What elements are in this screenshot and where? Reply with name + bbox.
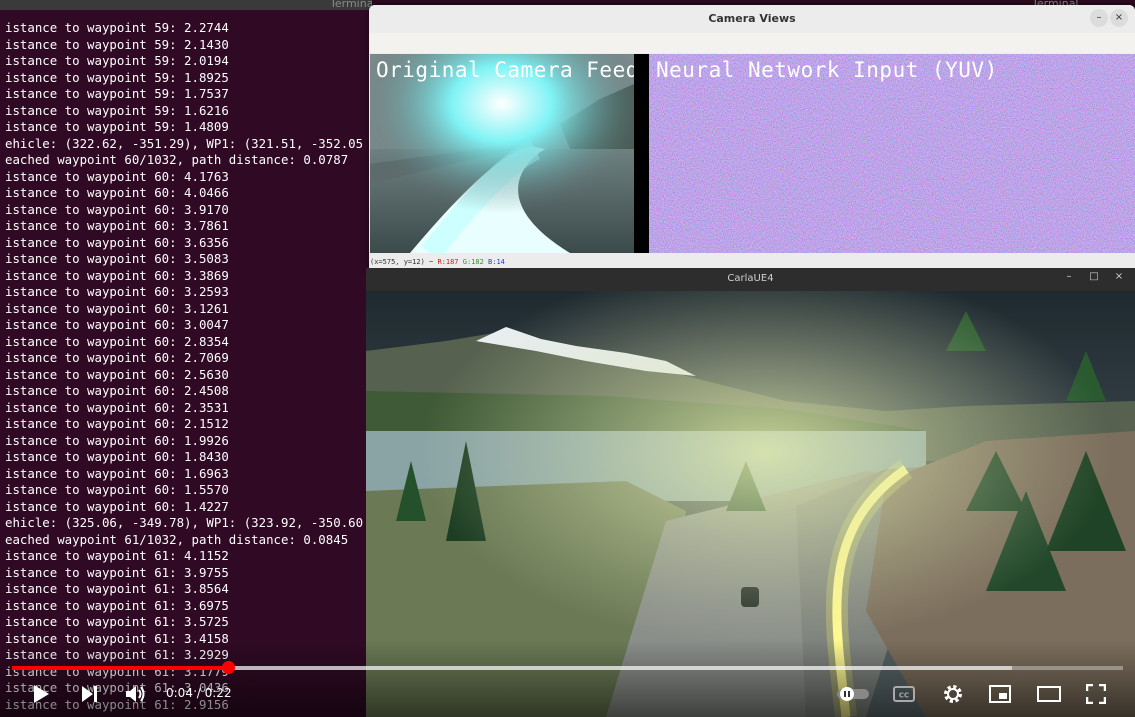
autoplay-toggle-icon [837,687,869,701]
terminal-line: istance to waypoint 60: 4.0466 [5,185,229,200]
theater-icon [1037,686,1061,702]
original-feed-label: Original Camera Feed [376,58,634,82]
duration: 0:22 [204,686,232,700]
terminal-line: istance to waypoint 60: 1.5570 [5,482,229,497]
mute-button[interactable] [122,680,150,708]
carla-maximize-icon[interactable]: □ [1087,271,1101,282]
play-button[interactable] [27,680,55,708]
terminal-line: istance to waypoint 61: 3.6975 [5,597,229,613]
status-coords: (x=575, y=12) ~ [370,258,438,266]
time-display: 0:04 / 0:22 [166,686,232,700]
camera-toolbar [369,33,1135,53]
theater-mode-button[interactable] [1034,680,1064,708]
terminal-line: eached waypoint 61/1032, path distance: … [5,531,349,547]
status-blue: B:14 [488,258,505,266]
next-button[interactable] [76,680,102,708]
terminal-line: istance to waypoint 61: 3.8564 [5,581,229,596]
yuv-noise-image [649,54,1135,253]
captions-icon: CC [893,686,915,702]
volume-icon [126,686,145,702]
terminal-line: istance to waypoint 60: 1.9926 [5,432,229,448]
carla-close-icon[interactable]: × [1112,271,1126,282]
terminal-line: istance to waypoint 60: 1.6963 [5,465,229,481]
fullscreen-button[interactable] [1082,680,1110,708]
terminal-line: istance to waypoint 60: 3.6356 [5,234,229,250]
terminal-line: istance to waypoint 59: 2.1430 [5,36,229,52]
camera-views-window[interactable]: Camera Views – × Original Camera Feed Ne… [369,5,1135,270]
status-green: G:182 [462,258,484,266]
original-camera-feed: Original Camera Feed [370,54,634,253]
terminal-line: istance to waypoint 61: 3.5725 [5,614,229,629]
play-icon [34,685,49,703]
terminal-line: ehicle: (325.06, -349.78), WP1: (323.92,… [5,515,364,530]
terminal-line: istance to waypoint 60: 3.1261 [5,300,229,316]
terminal-line: istance to waypoint 60: 3.7861 [5,218,229,233]
terminal-line: istance to waypoint 60: 2.1512 [5,416,229,431]
miniplayer-button[interactable] [986,680,1014,708]
terminal-titlebar: Terminal [0,0,372,10]
played-bar [12,666,228,670]
next-icon [82,686,97,702]
minimize-button[interactable]: – [1090,9,1108,27]
scrubber-handle[interactable] [221,661,235,674]
camera-divider [634,54,649,253]
terminal-line: istance to waypoint 59: 1.6216 [5,102,229,118]
status-red: R:187 [437,258,459,266]
neural-network-input-view: Neural Network Input (YUV) [649,54,1135,253]
carla-minimize-icon[interactable]: – [1062,271,1076,282]
miniplayer-icon [989,685,1011,703]
fullscreen-icon [1086,684,1106,704]
terminal-line: istance to waypoint 60: 2.7069 [5,350,229,365]
pixel-status-bar: (x=575, y=12) ~ R:187 G:182 B:14 [370,255,505,269]
close-button[interactable]: × [1110,9,1128,27]
terminal-line: istance to waypoint 60: 3.9170 [5,201,229,217]
current-time: 0:04 [166,686,193,700]
terminal-line: istance to waypoint 61: 4.1152 [5,548,229,563]
terminal-line: istance to waypoint 60: 1.8430 [5,449,229,464]
camera-views-titlebar[interactable]: Camera Views [369,5,1135,33]
terminal-window: Terminal istance to waypoint 59: 2.2744 i… [0,0,372,717]
terminal-line: istance to waypoint 61: 3.9755 [5,564,229,580]
terminal-line: istance to waypoint 60: 2.5630 [5,366,229,382]
settings-icon [944,685,962,703]
terminal-line: istance to waypoint 60: 3.5083 [5,251,229,266]
captions-button[interactable]: CC [890,680,918,708]
terminal-line: istance to waypoint 59: 1.7537 [5,86,229,101]
terminal-line: istance to waypoint 60: 4.1763 [5,168,229,184]
terminal-line: eached waypoint 60/1032, path distance: … [5,152,349,167]
terminal-line: ehicle: (322.62, -351.29), WP1: (321.51,… [5,135,364,151]
carla-titlebar[interactable]: CarlaUE4 [366,268,1135,291]
camera-views-title: Camera Views [708,12,796,25]
terminal-line: istance to waypoint 60: 2.8354 [5,333,229,349]
time-separator: / [192,686,205,700]
terminal-line: istance to waypoint 59: 1.8925 [5,69,229,85]
carla-title: CarlaUE4 [727,273,774,284]
settings-button[interactable] [939,680,967,708]
svg-text:CC: CC [899,692,909,700]
minimize-icon: – [1096,12,1102,23]
terminal-line: istance to waypoint 60: 3.3869 [5,267,229,283]
terminal-line: istance to waypoint 59: 1.4809 [5,119,229,134]
terminal-output: istance to waypoint 59: 2.2744 istance to… [5,20,363,713]
terminal-line: istance to waypoint 60: 2.4508 [5,383,229,398]
terminal-title: Terminal [330,0,372,10]
autoplay-toggle[interactable] [835,680,871,708]
camera-feed-image [370,54,634,253]
terminal-line: istance to waypoint 60: 2.3531 [5,399,229,415]
terminal-line: istance to waypoint 60: 3.2593 [5,284,229,299]
terminal-line: istance to waypoint 60: 3.0047 [5,317,229,332]
close-icon: × [1114,12,1124,23]
terminal-line: istance to waypoint 60: 1.4227 [5,498,229,514]
progress-bar[interactable] [12,661,1123,674]
nn-input-label: Neural Network Input (YUV) [656,58,998,82]
terminal-line: istance to waypoint 59: 2.2744 [5,20,229,35]
terminal-line: istance to waypoint 59: 2.0194 [5,53,229,68]
